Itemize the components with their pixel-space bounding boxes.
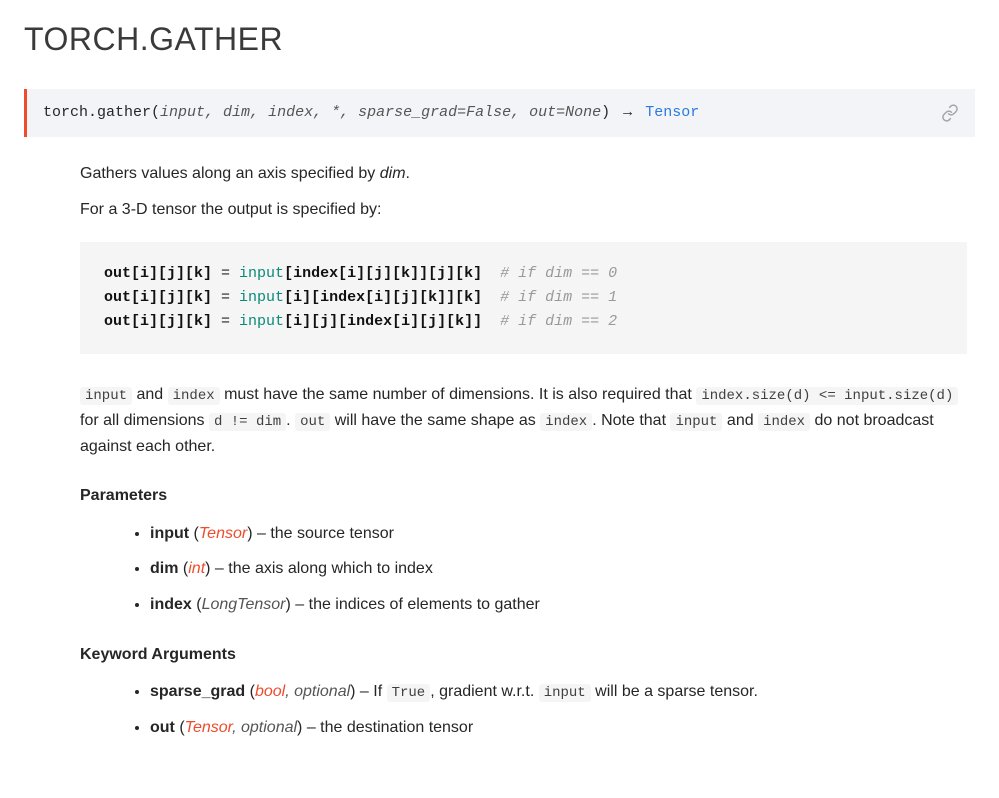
type-link-tensor[interactable]: Tensor xyxy=(185,719,232,736)
code-pad xyxy=(482,265,500,282)
code-true: True xyxy=(387,684,431,702)
param-name: input xyxy=(150,525,189,542)
type-link-int[interactable]: int xyxy=(188,560,205,577)
type-link-bool[interactable]: bool xyxy=(255,683,285,700)
code-out: out[i][j][k] xyxy=(104,289,212,306)
return-type-link[interactable]: Tensor xyxy=(645,104,699,121)
dim-italic: dim xyxy=(380,165,406,182)
code-eq: = xyxy=(212,313,239,330)
code-input: input xyxy=(670,413,722,431)
kwargs-heading: Keyword Arguments xyxy=(80,642,967,668)
type-link-tensor[interactable]: Tensor xyxy=(199,525,247,542)
param-desc: – the indices of elements to gather xyxy=(291,596,540,613)
intro-p1: Gathers values along an axis specified b… xyxy=(80,161,967,187)
sig-params: input, dim, index, *, sparse_grad=False,… xyxy=(160,104,601,121)
function-signature: torch.gather(input, dim, index, *, spars… xyxy=(24,89,975,137)
sig-open-paren: ( xyxy=(151,104,160,121)
param-name: sparse_grad xyxy=(150,683,245,700)
text: for all dimensions xyxy=(80,412,209,429)
code-dim-ne: d != dim xyxy=(209,413,286,431)
code-comment: # if dim == 2 xyxy=(500,313,617,330)
code-index: index xyxy=(758,413,810,431)
code-comment: # if dim == 1 xyxy=(500,289,617,306)
param-name: index xyxy=(150,596,192,613)
code-idx: [index[i][j][k]][j][k] xyxy=(284,265,482,282)
text: will be a sparse tensor. xyxy=(591,683,758,700)
param-dim: dim (int) – the axis along which to inde… xyxy=(150,556,967,582)
sig-funcname: torch.gather xyxy=(43,104,151,121)
code-idx: [i][index[i][j][k]][k] xyxy=(284,289,482,306)
kwarg-sparse-grad: sparse_grad (bool, optional) – If True, … xyxy=(150,679,967,705)
code-index: index xyxy=(540,413,592,431)
code-idx: [i][j][index[i][j][k]] xyxy=(284,313,482,330)
kwargs-list: sparse_grad (bool, optional) – If True, … xyxy=(80,679,967,740)
code-comment: # if dim == 0 xyxy=(500,265,617,282)
optional: , optional xyxy=(285,683,350,700)
parameters-heading: Parameters xyxy=(80,483,967,509)
parameters-list: input (Tensor) – the source tensor dim (… xyxy=(80,521,967,618)
text: . xyxy=(286,412,295,429)
text: must have the same number of dimensions.… xyxy=(220,386,697,403)
signature-text: torch.gather(input, dim, index, *, spars… xyxy=(43,101,699,125)
code-sizecmp: index.size(d) <= input.size(d) xyxy=(696,387,958,405)
code-out: out[i][j][k] xyxy=(104,265,212,282)
code-out: out xyxy=(295,413,330,431)
code-eq: = xyxy=(212,289,239,306)
param-input: input (Tensor) – the source tensor xyxy=(150,521,967,547)
paren: ( xyxy=(192,596,202,613)
text: Gathers values along an axis specified b… xyxy=(80,165,380,182)
paren: ( xyxy=(178,560,188,577)
type-longtensor: LongTensor xyxy=(202,596,286,613)
param-desc: – the destination tensor xyxy=(302,719,473,736)
doc-body: Gathers values along an axis specified b… xyxy=(24,161,975,740)
code-example: out[i][j][k] = input[index[i][j][k]][j][… xyxy=(80,242,967,354)
text: . Note that xyxy=(592,412,670,429)
optional: , optional xyxy=(232,719,297,736)
paren: ( xyxy=(175,719,185,736)
param-desc: – the axis along which to index xyxy=(210,560,432,577)
permalink-icon[interactable] xyxy=(941,104,959,122)
param-name: dim xyxy=(150,560,178,577)
sig-close-paren: ) xyxy=(601,104,610,121)
sig-arrow: → xyxy=(623,104,632,121)
intro-p2: For a 3-D tensor the output is specified… xyxy=(80,197,967,223)
code-index: index xyxy=(168,387,220,405)
text: and xyxy=(132,386,168,403)
code-pad xyxy=(482,313,500,330)
text: will have the same shape as xyxy=(330,412,540,429)
code-out: out[i][j][k] xyxy=(104,313,212,330)
paren: ( xyxy=(189,525,199,542)
code-input: input xyxy=(239,265,284,282)
page-title: TORCH.GATHER xyxy=(24,14,975,65)
code-pad xyxy=(482,289,500,306)
param-desc: – the source tensor xyxy=(253,525,394,542)
text: – If xyxy=(355,683,386,700)
code-input: input xyxy=(239,289,284,306)
code-input: input xyxy=(239,313,284,330)
code-eq: = xyxy=(212,265,239,282)
code-input: input xyxy=(539,684,591,702)
text: , gradient w.r.t. xyxy=(430,683,539,700)
code-input: input xyxy=(80,387,132,405)
param-name: out xyxy=(150,719,175,736)
text: and xyxy=(722,412,758,429)
param-index: index (LongTensor) – the indices of elem… xyxy=(150,592,967,618)
text: . xyxy=(406,165,410,182)
kwarg-out: out (Tensor, optional) – the destination… xyxy=(150,715,967,741)
paren: ( xyxy=(245,683,255,700)
note-paragraph: input and index must have the same numbe… xyxy=(80,382,967,459)
